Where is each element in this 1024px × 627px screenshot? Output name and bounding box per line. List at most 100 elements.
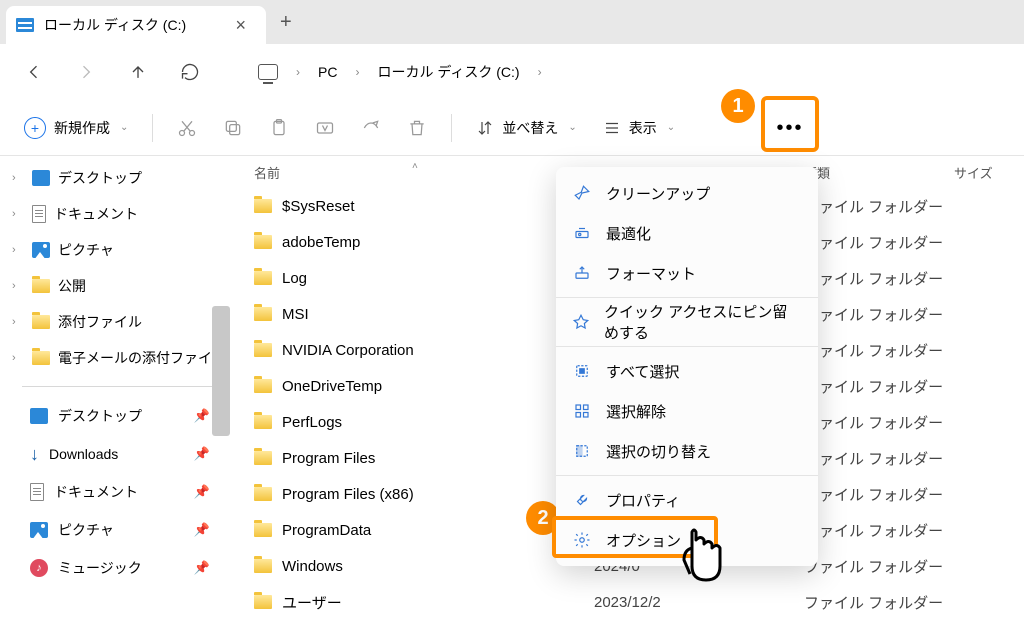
sidebar-item-label: ピクチャ xyxy=(58,240,114,260)
file-name: PerfLogs xyxy=(282,414,342,431)
folder-icon xyxy=(32,351,50,365)
format-icon xyxy=(572,264,592,282)
pointer-cursor-icon xyxy=(672,528,732,598)
close-tab-icon[interactable]: × xyxy=(231,15,250,36)
pc-icon xyxy=(258,64,278,80)
new-button[interactable]: + 新規作成 ⌄ xyxy=(14,110,138,146)
forward-button[interactable] xyxy=(72,58,100,86)
chevron-right-icon[interactable]: › xyxy=(12,172,24,184)
chevron-right-icon[interactable]: › xyxy=(12,244,24,256)
delete-button[interactable] xyxy=(397,110,437,146)
view-label: 表示 xyxy=(629,118,657,138)
file-type: ファイル フォルダー xyxy=(804,484,954,505)
sidebar-quick-item[interactable]: ♪ ミュージック 📌 xyxy=(4,549,220,587)
menu-format[interactable]: フォーマット xyxy=(556,253,818,293)
file-name: MSI xyxy=(282,306,309,323)
menu-optimize[interactable]: 最適化 xyxy=(556,213,818,253)
new-tab-button[interactable]: + xyxy=(280,11,292,34)
sidebar-quick-item[interactable]: デスクトップ 📌 xyxy=(4,397,220,435)
sidebar-item-label: ピクチャ xyxy=(58,520,114,540)
cut-button[interactable] xyxy=(167,110,207,146)
menu-properties[interactable]: プロパティ xyxy=(556,480,818,520)
file-name: $SysReset xyxy=(282,198,355,215)
file-row[interactable]: ユーザー 2023/12/2 ファイル フォルダー xyxy=(254,584,1024,620)
folder-icon xyxy=(254,379,272,393)
plus-icon: + xyxy=(24,117,46,139)
column-name[interactable]: 名前˄ xyxy=(254,163,594,182)
file-name: Windows xyxy=(282,558,343,575)
context-menu: クリーンアップ 最適化 フォーマット クイック アクセスにピン留めする すべて選… xyxy=(556,167,818,566)
copy-button[interactable] xyxy=(213,110,253,146)
chevron-down-icon: ⌄ xyxy=(120,122,128,133)
scrollbar-thumb[interactable] xyxy=(212,306,230,436)
file-type: ファイル フォルダー xyxy=(804,448,954,469)
sidebar-quick-item[interactable]: ピクチャ 📌 xyxy=(4,511,220,549)
file-name: NVIDIA Corporation xyxy=(282,342,414,359)
breadcrumb-pc[interactable]: PC xyxy=(318,64,337,80)
paste-button[interactable] xyxy=(259,110,299,146)
chevron-right-icon[interactable]: › xyxy=(12,316,24,328)
rename-button[interactable] xyxy=(305,110,345,146)
sidebar-item-label: ミュージック xyxy=(58,558,142,578)
menu-invert-selection[interactable]: 選択の切り替え xyxy=(556,431,818,471)
wrench-icon xyxy=(572,491,592,509)
sidebar-item-label: 電子メールの添付ファイ xyxy=(58,348,212,368)
file-type: ファイル フォルダー xyxy=(804,340,954,361)
menu-divider xyxy=(556,297,818,298)
sidebar-tree-item[interactable]: › 添付ファイル xyxy=(4,304,220,340)
folder-icon xyxy=(254,559,272,573)
sort-button[interactable]: 並べ替え ⌄ xyxy=(466,110,586,146)
file-type: ファイル フォルダー xyxy=(804,412,954,433)
menu-pin-quick-access[interactable]: クイック アクセスにピン留めする xyxy=(556,302,818,342)
back-button[interactable] xyxy=(20,58,48,86)
sidebar-tree-item[interactable]: › 公開 xyxy=(4,268,220,304)
sidebar-item-label: デスクトップ xyxy=(58,406,142,426)
breadcrumb-drive[interactable]: ローカル ディスク (C:) xyxy=(377,62,519,82)
pin-icon: 📌 xyxy=(194,408,210,424)
folder-icon xyxy=(32,279,50,293)
sidebar-quick-item[interactable]: ↓ Downloads 📌 xyxy=(4,435,220,473)
invert-icon xyxy=(572,442,592,460)
file-name: ProgramData xyxy=(282,522,371,539)
folder-icon xyxy=(254,415,272,429)
optimize-icon xyxy=(572,224,592,242)
refresh-button[interactable] xyxy=(176,58,204,86)
chevron-right-icon[interactable]: › xyxy=(12,280,24,292)
folder-icon xyxy=(254,343,272,357)
file-type: ファイル フォルダー xyxy=(804,232,954,253)
tab-active[interactable]: ローカル ディスク (C:) × xyxy=(6,6,266,44)
chevron-right-icon: › xyxy=(296,65,300,79)
file-name: Program Files xyxy=(282,450,375,467)
column-size[interactable]: サイズ xyxy=(954,163,1014,182)
view-button[interactable]: 表示 ⌄ xyxy=(593,110,685,146)
broom-icon xyxy=(572,184,592,202)
menu-select-none[interactable]: 選択解除 xyxy=(556,391,818,431)
folder-icon xyxy=(254,235,272,249)
sidebar: › デスクトップ › ドキュメント › ピクチャ › 公開 › 添付ファイル ›… xyxy=(0,156,230,627)
chevron-right-icon[interactable]: › xyxy=(12,352,24,364)
folder-icon xyxy=(254,199,272,213)
file-type: ファイル フォルダー xyxy=(804,520,954,541)
sidebar-item-label: ドキュメント xyxy=(54,482,138,502)
breadcrumb[interactable]: › PC › ローカル ディスク (C:) › xyxy=(258,62,542,82)
column-type[interactable]: 種類 xyxy=(804,163,954,182)
menu-cleanup[interactable]: クリーンアップ xyxy=(556,173,818,213)
sidebar-item-label: デスクトップ xyxy=(58,168,142,188)
sidebar-quick-item[interactable]: ドキュメント 📌 xyxy=(4,473,220,511)
music-icon: ♪ xyxy=(30,559,48,577)
sort-label: 並べ替え xyxy=(502,118,558,138)
sidebar-tree-item[interactable]: › 電子メールの添付ファイ xyxy=(4,340,220,376)
drive-icon xyxy=(16,18,34,32)
sidebar-tree-item[interactable]: › ピクチャ xyxy=(4,232,220,268)
chevron-down-icon: ⌄ xyxy=(568,122,576,133)
sidebar-tree-item[interactable]: › ドキュメント xyxy=(4,196,220,232)
file-name: Program Files (x86) xyxy=(282,486,414,503)
annotation-highlight-1 xyxy=(761,96,819,152)
up-button[interactable] xyxy=(124,58,152,86)
sidebar-item-label: 添付ファイル xyxy=(58,312,142,332)
chevron-right-icon[interactable]: › xyxy=(12,208,24,220)
menu-select-all[interactable]: すべて選択 xyxy=(556,351,818,391)
sidebar-item-label: Downloads xyxy=(49,446,118,462)
share-button[interactable] xyxy=(351,110,391,146)
sidebar-tree-item[interactable]: › デスクトップ xyxy=(4,160,220,196)
